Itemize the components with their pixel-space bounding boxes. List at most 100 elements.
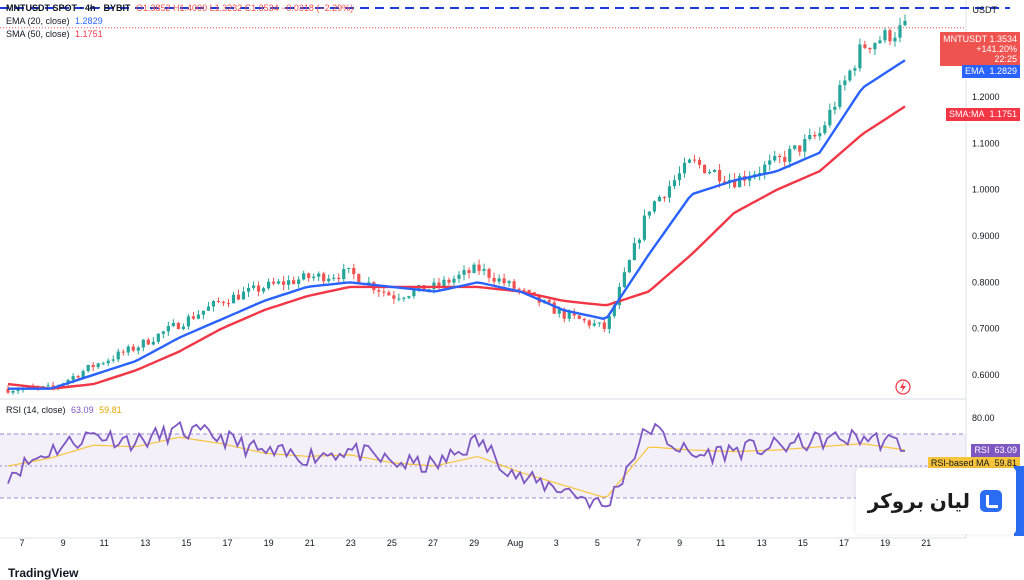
- brand-name: لیان بروکر: [867, 490, 970, 513]
- candle-body: [332, 277, 336, 279]
- rsi-legend-value: 63.09: [71, 405, 94, 415]
- candle-body: [843, 80, 847, 86]
- candle-body: [307, 273, 311, 279]
- candle-body: [246, 287, 251, 292]
- candle-body: [71, 376, 75, 380]
- price-tick-label: 0.9000: [972, 231, 1000, 241]
- candle-body: [442, 279, 446, 286]
- candle-body: [848, 70, 852, 81]
- price-tick-label: 0.7000: [972, 324, 1000, 334]
- candle-body: [357, 274, 361, 284]
- ema-legend-value: 1.2829: [75, 16, 103, 26]
- candle-body: [126, 346, 130, 353]
- candle-body: [156, 333, 160, 342]
- candle-body: [312, 276, 316, 279]
- candle-body: [146, 339, 150, 345]
- candle-body: [462, 270, 466, 275]
- candle-body: [447, 279, 451, 283]
- candle-body: [632, 243, 636, 261]
- candle-body: [552, 302, 556, 314]
- candle-body: [868, 47, 872, 50]
- sma-tag-value: 1.1751: [989, 109, 1017, 119]
- candle-body: [667, 186, 672, 198]
- candle-body: [652, 201, 657, 212]
- candle-body: [642, 215, 647, 240]
- candle-body: [206, 306, 211, 311]
- candle-body: [798, 145, 802, 152]
- candle-body: [808, 134, 812, 140]
- time-tick-label: 21: [305, 538, 315, 548]
- candle-body: [402, 297, 406, 299]
- price-tick-label: 1.1000: [972, 138, 1000, 148]
- ema-legend-label: EMA (20, close): [6, 16, 70, 26]
- candle-body: [437, 282, 441, 286]
- candle-body: [793, 145, 797, 149]
- candle-body: [191, 316, 196, 319]
- candle-body: [251, 285, 256, 288]
- candle-body: [773, 155, 777, 161]
- candle-body: [507, 281, 511, 284]
- ema-tag: EMA 1.2829: [961, 65, 1020, 78]
- candle-body: [141, 339, 145, 348]
- candle-body: [763, 164, 767, 173]
- candle-body: [838, 85, 842, 107]
- brand-logo-icon: [980, 490, 1002, 512]
- candle-body: [697, 159, 702, 165]
- candle-body: [136, 347, 140, 351]
- candle-body: [567, 312, 571, 319]
- candle-body: [412, 289, 416, 297]
- candle-body: [692, 159, 697, 161]
- time-tick-label: 11: [100, 538, 109, 548]
- time-tick-label: 15: [798, 538, 808, 548]
- symbol-legend: MNTUSDT SPOT · 4h · BYBIT O1.3852 H1.400…: [6, 3, 353, 14]
- time-tick-label: 19: [264, 538, 274, 548]
- candle-body: [86, 364, 90, 372]
- rsi-ma-tag-name: RSI-based MA: [930, 458, 990, 468]
- ema-tag-value: 1.2829: [989, 66, 1017, 76]
- candle-body: [216, 301, 221, 303]
- candle-body: [863, 44, 867, 48]
- candle-body: [893, 37, 897, 42]
- time-tick-label: 13: [140, 538, 150, 548]
- candle-body: [277, 281, 281, 284]
- candle-body: [858, 44, 862, 69]
- candle-body: [96, 363, 100, 368]
- candle-body: [647, 211, 652, 216]
- candle-body: [302, 273, 306, 280]
- time-tick-label: 11: [716, 538, 725, 548]
- rsi-legend: RSI (14, close) 63.09 59.81: [6, 405, 122, 416]
- candle-body: [472, 264, 476, 273]
- price-tag-timer: 22:25: [994, 54, 1017, 64]
- time-tick-label: 5: [595, 538, 600, 548]
- candle-body: [397, 298, 401, 300]
- candle-body: [16, 390, 20, 392]
- candle-body: [176, 322, 180, 330]
- candle-body: [682, 162, 687, 174]
- price-tag-symbol: MNTUSDT: [943, 34, 987, 44]
- candle-body: [347, 267, 351, 269]
- candle-body: [527, 290, 531, 293]
- candle-body: [317, 273, 321, 277]
- candle-body: [517, 288, 521, 290]
- candle-body: [778, 155, 782, 157]
- rsi-legend-label: RSI (14, close): [6, 405, 66, 415]
- candle-body: [452, 278, 456, 283]
- time-tick-label: 25: [387, 538, 397, 548]
- candle-body: [382, 291, 386, 293]
- tradingview-logo: TradingView: [8, 566, 79, 580]
- rsi-tick-label: 80.00: [972, 413, 995, 423]
- candle-body: [833, 106, 837, 110]
- brand-watermark: لیان بروکر: [856, 468, 1016, 534]
- candle-body: [587, 320, 591, 326]
- price-tick-label: 1.0000: [972, 185, 1000, 195]
- candle-body: [221, 301, 226, 304]
- candle-body: [387, 292, 391, 296]
- candle-body: [662, 196, 667, 198]
- candle-body: [106, 360, 110, 364]
- time-tick-label: 9: [677, 538, 682, 548]
- candle-body: [602, 322, 606, 329]
- candle-body: [407, 296, 411, 298]
- candle-body: [597, 322, 601, 324]
- candle-body: [788, 148, 792, 162]
- time-tick-label: 7: [19, 538, 24, 548]
